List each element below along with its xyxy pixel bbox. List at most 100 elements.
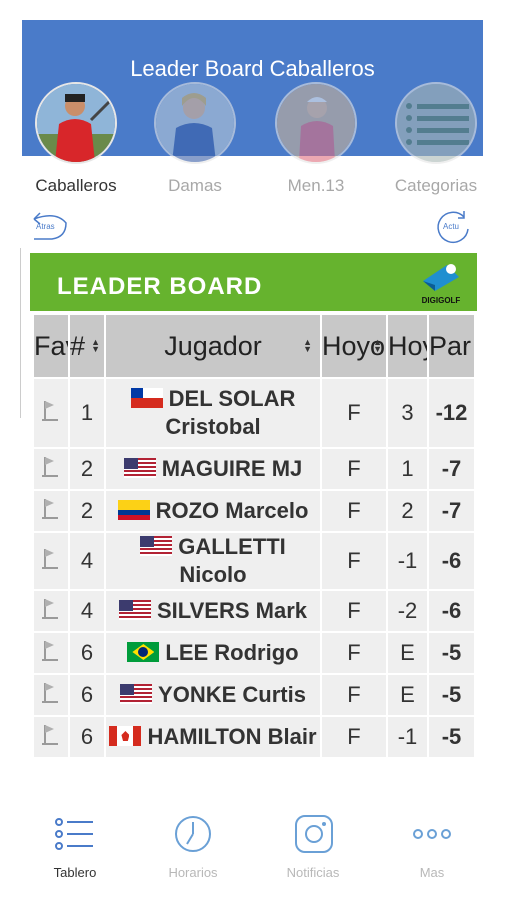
- col-hoyo[interactable]: Hoyo ▲ ▼: [322, 315, 386, 377]
- table-row[interactable]: 2 ROZO Marcelo F 2 -7: [34, 491, 474, 531]
- usa-flag-icon: [123, 458, 156, 478]
- player-first-name: Blair: [267, 724, 317, 749]
- table-row[interactable]: 4 SILVERS Mark F -2 -6: [34, 591, 474, 631]
- col-fav[interactable]: Fav: [34, 315, 68, 377]
- digigolf-logo: DIGIGOLF: [417, 259, 465, 307]
- player-last-name: LEE: [165, 640, 209, 665]
- tab-damas[interactable]: Damas: [135, 82, 255, 196]
- table-row[interactable]: 6 HAMILTON Blair F -1 -5: [34, 717, 474, 757]
- hoyo-cell: F: [322, 491, 386, 531]
- player-name-cell[interactable]: ROZO Marcelo: [106, 491, 320, 531]
- favorite-flag-icon[interactable]: [34, 449, 68, 489]
- back-button[interactable]: Atras: [26, 207, 67, 245]
- position-cell: 2: [70, 449, 104, 489]
- refresh-button[interactable]: Actu: [434, 207, 474, 245]
- golfer-woman-avatar: [154, 82, 236, 164]
- player-name-cell[interactable]: YONKE Curtis: [106, 675, 320, 715]
- hoyo-cell: F: [322, 633, 386, 673]
- col-par[interactable]: Par: [429, 315, 474, 377]
- par-cell: -12: [429, 379, 474, 447]
- hoyo-cell: F: [322, 717, 386, 757]
- player-last-name: MAGUIRE: [161, 456, 266, 481]
- tab-men13[interactable]: Men.13: [256, 82, 376, 196]
- table-row[interactable]: 1 DEL SOLAR Cristobal F 3 -12: [34, 379, 474, 447]
- nav-mas[interactable]: Mas: [372, 814, 492, 880]
- table-row[interactable]: 6 YONKE Curtis F E -5: [34, 675, 474, 715]
- colombia-flag-icon: [117, 500, 150, 520]
- favorite-flag-icon[interactable]: [34, 675, 68, 715]
- favorite-flag-icon[interactable]: [34, 533, 68, 589]
- more-icon: [413, 829, 451, 839]
- hoyo-cell: F: [322, 379, 386, 447]
- brazil-flag-icon: [127, 642, 160, 662]
- sort-icon: ▲ ▼: [91, 337, 100, 354]
- player-first-name: MJ: [271, 456, 303, 481]
- player-first-name: Marcelo: [225, 498, 309, 523]
- position-cell: 4: [70, 533, 104, 589]
- player-last-name: DEL SOLAR: [168, 386, 296, 411]
- tab-label: Damas: [168, 176, 222, 195]
- bottom-nav: Tablero Horarios Notificias Mas: [0, 802, 507, 900]
- favorite-flag-icon[interactable]: [34, 633, 68, 673]
- leaderboard-title: LEADER BOARD: [57, 273, 263, 300]
- player-first-name: Cristobal: [165, 414, 261, 439]
- hoy-cell: -1: [388, 717, 427, 757]
- tab-caballeros[interactable]: Caballeros: [16, 82, 136, 196]
- nav-label: Mas: [419, 865, 445, 880]
- player-last-name: ROZO: [155, 498, 220, 523]
- back-label: Atras: [36, 222, 55, 231]
- player-name-cell[interactable]: GALLETTI Nicolo: [106, 533, 320, 589]
- player-name-cell[interactable]: DEL SOLAR Cristobal: [106, 379, 320, 447]
- col-hoy[interactable]: Hoy: [388, 315, 427, 377]
- sort-icon: ▲ ▼: [303, 337, 312, 354]
- nav-horarios[interactable]: Horarios: [133, 814, 253, 880]
- player-name-cell[interactable]: LEE Rodrigo: [106, 633, 320, 673]
- nav-notificias[interactable]: Notificias: [253, 814, 373, 880]
- refresh-label: Actu: [443, 222, 460, 231]
- clock-icon: [175, 816, 211, 852]
- leaderboard-banner: LEADER BOARD DIGIGOLF: [30, 253, 477, 311]
- leaderboard-table: Fav #▲▼ Jugador▲▼ Hoyo▲▼ Hoy Par 1DEL SO…: [32, 313, 476, 759]
- table-row[interactable]: 4 GALLETTI Nicolo F -1 -6: [34, 533, 474, 589]
- hoy-cell: 2: [388, 491, 427, 531]
- table-row[interactable]: 6 LEE Rodrigo F E -5: [34, 633, 474, 673]
- hoy-cell: -1: [388, 533, 427, 589]
- nav-label: Notificias: [286, 865, 340, 880]
- position-cell: 2: [70, 491, 104, 531]
- hoy-cell: -2: [388, 591, 427, 631]
- par-cell: -5: [429, 675, 474, 715]
- tab-label: Categorias: [394, 176, 478, 195]
- position-cell: 6: [70, 717, 104, 757]
- table-row[interactable]: 2 MAGUIRE MJ F 1 -7: [34, 449, 474, 489]
- divider: [20, 248, 21, 418]
- list-icon: [55, 818, 93, 850]
- page-title: Leader Board Caballeros: [130, 56, 375, 81]
- nav-tablero[interactable]: Tablero: [15, 814, 135, 880]
- par-cell: -6: [429, 591, 474, 631]
- player-first-name: Mark: [255, 598, 307, 623]
- junior-golfer-avatar: [275, 82, 357, 164]
- logo-text: DIGIGOLF: [421, 296, 461, 305]
- par-cell: -6: [429, 533, 474, 589]
- list-icon: [395, 82, 477, 164]
- col-pos[interactable]: # ▲ ▼: [70, 315, 104, 377]
- col-jugador[interactable]: Jugador ▲ ▼: [106, 315, 320, 377]
- favorite-flag-icon[interactable]: [34, 717, 68, 757]
- player-first-name: Curtis: [242, 682, 306, 707]
- player-last-name: GALLETTI: [178, 534, 286, 559]
- par-cell: -5: [429, 633, 474, 673]
- tab-categorias[interactable]: Categorias: [376, 82, 496, 196]
- sort-icon: ▲ ▼: [373, 337, 382, 354]
- favorite-flag-icon[interactable]: [34, 591, 68, 631]
- hoy-cell: 3: [388, 379, 427, 447]
- player-name-cell[interactable]: HAMILTON Blair: [106, 717, 320, 757]
- player-name-cell[interactable]: MAGUIRE MJ: [106, 449, 320, 489]
- usa-flag-icon: [119, 600, 151, 620]
- favorite-flag-icon[interactable]: [34, 379, 68, 447]
- player-name-cell[interactable]: SILVERS Mark: [106, 591, 320, 631]
- hoyo-cell: F: [322, 675, 386, 715]
- player-first-name: Rodrigo: [214, 640, 299, 665]
- favorite-flag-icon[interactable]: [34, 491, 68, 531]
- position-cell: 6: [70, 633, 104, 673]
- table-header: Fav #▲▼ Jugador▲▼ Hoyo▲▼ Hoy Par: [34, 315, 474, 377]
